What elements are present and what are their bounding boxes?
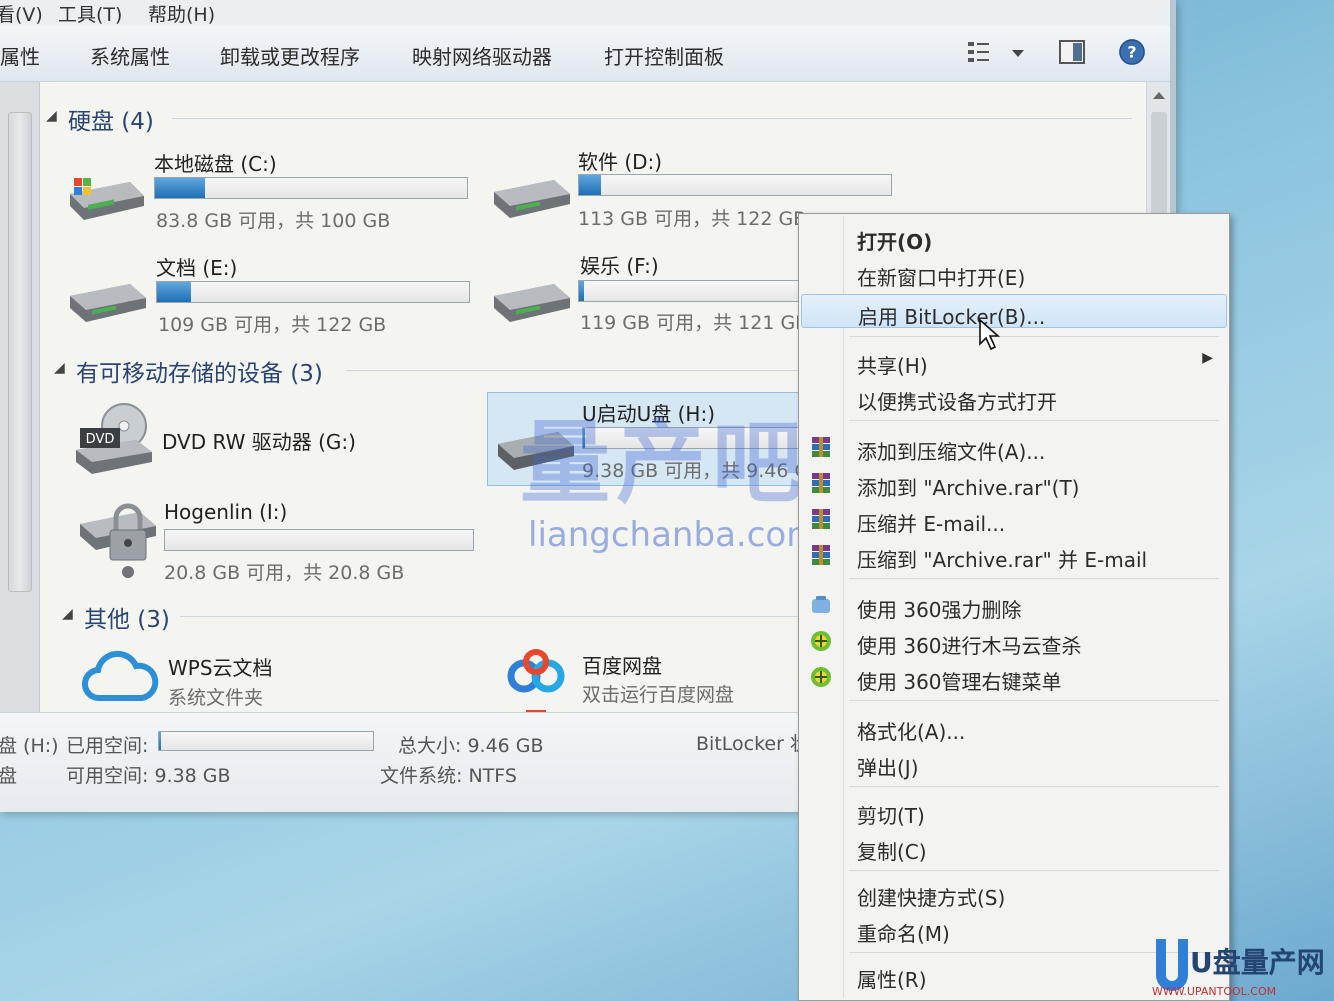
hard-drive-icon[interactable] [490, 172, 574, 222]
ctx-create-shortcut[interactable]: 创建快捷方式(S) [801, 876, 1227, 910]
drive-name-i[interactable]: Hogenlin (I:) [164, 500, 287, 524]
winrar-icon [812, 509, 830, 529]
submenu-arrow-icon: ▶ [1202, 350, 1213, 366]
menu-tools[interactable]: 工具(T) [58, 0, 122, 27]
hard-drive-icon[interactable] [66, 276, 150, 326]
collapse-triangle-icon[interactable]: ◢ [46, 108, 57, 124]
details-used-label: 已用空间: [66, 735, 149, 757]
logo-url: WWW.UPANTOOL.COM [1152, 985, 1277, 998]
system-properties-button[interactable]: 系统属性 [90, 41, 170, 70]
properties-button[interactable]: 属性 [0, 41, 40, 70]
menu-separator [849, 870, 1219, 871]
drive-info-f: 119 GB 可用，共 121 GB [580, 312, 809, 334]
baidu-netdisk-icon[interactable] [500, 646, 574, 716]
details-drive-label-2: 盘 [0, 765, 18, 787]
menu-separator [849, 786, 1219, 787]
menu-help[interactable]: 帮助(H) [148, 0, 215, 27]
hard-drive-icon[interactable] [490, 276, 574, 326]
ctx-open[interactable]: 打开(O) [801, 220, 1227, 254]
command-bar: 属性 系统属性 卸载或更改程序 映射网络驱动器 打开控制面板 ? [0, 26, 1170, 82]
group-title-other[interactable]: 其他 (3) [84, 600, 170, 634]
site-logo: U盘量产网 WWW.UPANTOOL.COM [1150, 935, 1334, 1001]
drive-info-d: 113 GB 可用，共 122 GB [578, 208, 807, 230]
drive-info-e: 109 GB 可用，共 122 GB [158, 314, 387, 336]
view-options-icon[interactable] [966, 38, 994, 66]
ctx-enable-bitlocker[interactable]: 启用 BitLocker(B)... [801, 294, 1227, 329]
drive-name-d[interactable]: 软件 (D:) [578, 146, 662, 175]
logo-text: U盘量产网 [1190, 946, 1325, 979]
details-drive-label: 盘 (H:) [0, 735, 59, 757]
group-title-removable[interactable]: 有可移动存储的设备 (3) [76, 354, 323, 388]
ctx-eject[interactable]: 弹出(J) [801, 746, 1227, 780]
drive-usage-bar-i [164, 529, 474, 551]
ctx-compress-rar-email[interactable]: 压缩到 "Archive.rar" 并 E-mail [801, 538, 1227, 572]
details-free-space: 可用空间: 9.38 GB [66, 765, 231, 787]
menu-separator [849, 578, 1219, 579]
wps-cloud-icon[interactable] [80, 648, 160, 708]
dvd-drive-icon[interactable]: DVD [72, 400, 156, 476]
ctx-open-portable[interactable]: 以便携式设备方式打开 [801, 380, 1227, 414]
drive-name-e[interactable]: 文档 (E:) [156, 252, 237, 281]
watermark-big-text: 量产吧 [520, 411, 808, 516]
drive-usage-bar-e [156, 281, 470, 303]
drive-usage-bar-d [578, 174, 892, 196]
drive-usage-bar-c [154, 177, 468, 199]
details-usage-bar [158, 731, 374, 751]
context-menu: 打开(O) 在新窗口中打开(E) 启用 BitLocker(B)... 共享(H… [798, 213, 1230, 1001]
svg-text:?: ? [1127, 43, 1136, 62]
360-scan-icon [811, 631, 831, 651]
group-divider [180, 616, 800, 617]
ctx-compress-email[interactable]: 压缩并 E-mail... [801, 502, 1227, 536]
collapse-triangle-icon[interactable]: ◢ [54, 360, 65, 376]
ctx-add-to-archive-rar[interactable]: 添加到 "Archive.rar"(T) [801, 466, 1227, 500]
ctx-360-trojan-scan[interactable]: 使用 360进行木马云查杀 [801, 624, 1227, 658]
drive-name-f[interactable]: 娱乐 (F:) [580, 250, 659, 279]
watermark-url-text: liangchanba.com [528, 515, 820, 555]
winrar-icon [812, 473, 830, 493]
menu-separator [849, 700, 1219, 701]
svg-text:DVD: DVD [86, 432, 115, 447]
ctx-copy[interactable]: 复制(C) [801, 830, 1227, 864]
ctx-add-to-archive[interactable]: 添加到压缩文件(A)... [801, 430, 1227, 464]
menu-bar: 看(V) 工具(T) 帮助(H) [0, 0, 1170, 26]
preview-pane-icon[interactable] [1058, 38, 1086, 66]
group-divider [172, 118, 1132, 119]
locked-drive-icon[interactable] [76, 500, 160, 580]
menu-view[interactable]: 看(V) [0, 0, 43, 27]
ctx-share[interactable]: 共享(H) ▶ [801, 344, 1227, 378]
drive-name-g[interactable]: DVD RW 驱动器 (G:) [162, 426, 356, 455]
details-file-system: 文件系统: NTFS [380, 765, 517, 787]
mouse-cursor-icon [979, 318, 1001, 351]
ctx-format[interactable]: 格式化(A)... [801, 710, 1227, 744]
open-control-panel-button[interactable]: 打开控制面板 [604, 41, 724, 70]
360-delete-icon [812, 596, 830, 613]
menu-separator [849, 420, 1219, 421]
collapse-triangle-icon[interactable]: ◢ [62, 606, 73, 622]
baidu-netdisk-subtitle: 双击运行百度网盘 [582, 684, 735, 706]
uninstall-program-button[interactable]: 卸载或更改程序 [220, 41, 360, 70]
details-bitlocker-status: BitLocker 状 [696, 733, 809, 755]
winrar-icon [812, 545, 830, 565]
menu-separator [849, 336, 1219, 337]
map-network-drive-button[interactable]: 映射网络驱动器 [412, 41, 552, 70]
360-menu-icon [811, 667, 831, 687]
wps-cloud-name[interactable]: WPS云文档 [168, 652, 273, 681]
drive-name-c[interactable]: 本地磁盘 (C:) [154, 148, 277, 177]
details-total-size: 总大小: 9.46 GB [398, 735, 544, 757]
drive-info-i: 20.8 GB 可用，共 20.8 GB [164, 562, 405, 584]
ctx-360-manage-menu[interactable]: 使用 360管理右键菜单 [801, 660, 1227, 694]
ctx-360-force-delete[interactable]: 使用 360强力删除 [801, 588, 1227, 622]
ctx-cut[interactable]: 剪切(T) [801, 794, 1227, 828]
group-title-hard-disks[interactable]: 硬盘 (4) [68, 102, 154, 136]
winrar-icon [812, 437, 830, 457]
windows-drive-icon[interactable] [64, 172, 148, 224]
chevron-down-icon[interactable] [1004, 38, 1032, 66]
ctx-open-new-window[interactable]: 在新窗口中打开(E) [801, 256, 1227, 290]
drive-info-c: 83.8 GB 可用，共 100 GB [156, 210, 391, 232]
baidu-netdisk-name[interactable]: 百度网盘 [582, 650, 662, 679]
navigation-pane-scrollbar[interactable] [0, 82, 40, 712]
help-icon[interactable]: ? [1118, 38, 1146, 66]
drive-usage-bar-f [578, 280, 808, 302]
wps-cloud-subtitle: 系统文件夹 [168, 687, 264, 709]
